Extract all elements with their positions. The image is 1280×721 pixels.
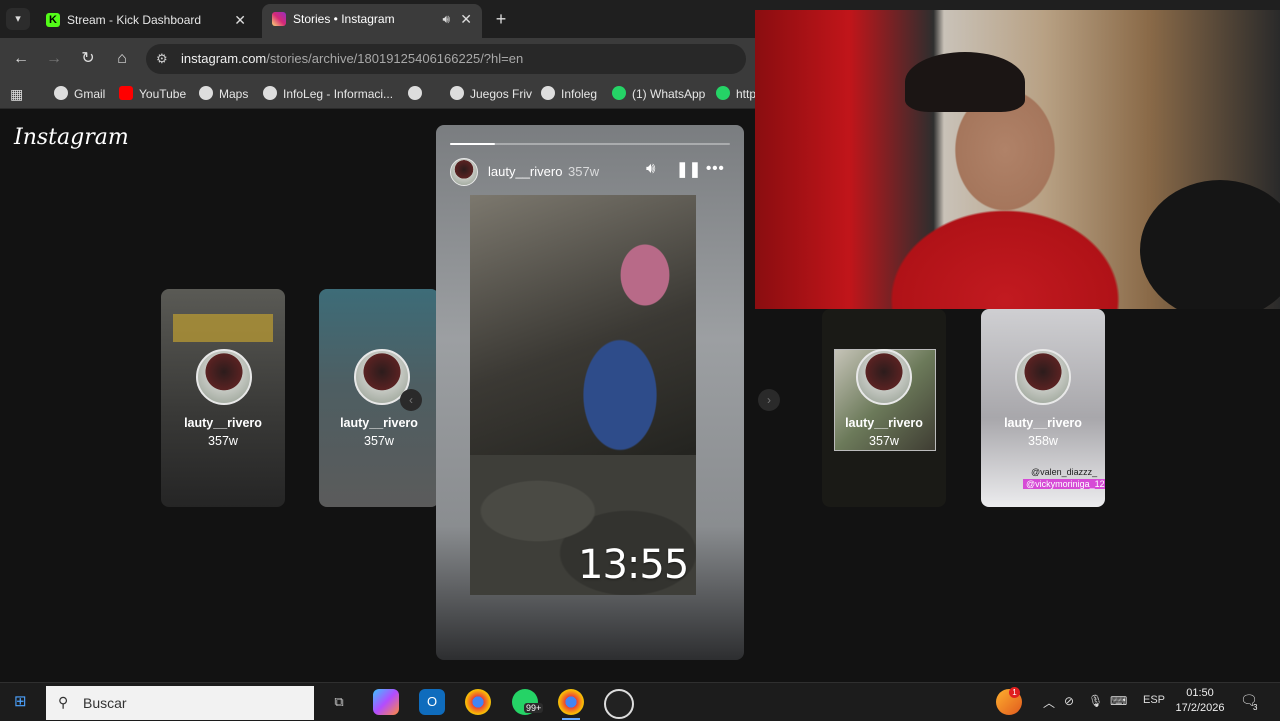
avatar xyxy=(196,349,252,405)
task-view-icon[interactable]: ⧉ xyxy=(326,689,352,715)
globe-icon xyxy=(541,86,555,100)
close-icon[interactable]: ✕ xyxy=(460,4,472,34)
card-age: 357w xyxy=(869,434,899,448)
clock-date: 17/2/2026 xyxy=(1175,702,1225,714)
card-username: lauty__rivero xyxy=(184,416,262,430)
speaker-icon[interactable]: 🔊︎ xyxy=(646,160,655,177)
tab-title: Stream - Kick Dashboard xyxy=(67,13,202,27)
keyboard-icon[interactable]: ⌨ xyxy=(1110,694,1127,708)
story-progress-bar xyxy=(450,143,730,145)
previous-story-arrow-icon[interactable]: ‹ xyxy=(400,389,422,411)
kick-icon: K xyxy=(46,13,60,27)
pause-icon[interactable]: ❚❚ xyxy=(676,160,701,178)
notification-badge: 1 xyxy=(1009,687,1020,698)
globe-icon xyxy=(199,86,213,100)
story-card-next-2[interactable]: lauty__rivero 358w @valen_diazzz_ @vicky… xyxy=(981,309,1105,507)
bookmark-infoleg[interactable]: Infoleg xyxy=(541,85,597,103)
obs-icon[interactable] xyxy=(604,689,634,719)
next-story-arrow-icon[interactable]: › xyxy=(758,389,780,411)
forward-arrow-icon[interactable]: → xyxy=(43,48,65,70)
apps-grid-icon[interactable]: ▦ xyxy=(10,86,26,102)
globe-icon xyxy=(263,86,277,100)
globe-icon xyxy=(450,86,464,100)
story-progress-fill xyxy=(450,143,495,145)
avatar[interactable] xyxy=(450,158,478,186)
webcam-overlay xyxy=(755,10,1280,309)
microphone-icon[interactable]: 🎙︎ xyxy=(1088,694,1103,708)
clock-time: 01:50 xyxy=(1186,687,1214,699)
chat-count-badge: 3 xyxy=(1253,703,1258,712)
back-arrow-icon[interactable]: ← xyxy=(10,48,32,70)
system-clock[interactable]: 01:50 17/2/2026 xyxy=(1170,686,1230,716)
bookmark-whatsapp[interactable]: (1) WhatsApp xyxy=(612,85,705,103)
bookmark-maps[interactable]: Maps xyxy=(199,85,248,103)
story-age: 357w xyxy=(568,164,600,179)
youtube-icon xyxy=(119,86,133,100)
bookmark-infoleg-informacion[interactable]: InfoLeg - Informaci... xyxy=(263,85,393,103)
reload-icon[interactable]: ↻ xyxy=(77,48,99,70)
chrome-icon[interactable] xyxy=(465,689,491,715)
bookmarks-bar: ▦ Gmail YouTube Maps InfoLeg - Informaci… xyxy=(0,80,760,109)
input-language[interactable]: ESP xyxy=(1143,694,1165,706)
bookmark-gmail[interactable]: Gmail xyxy=(54,85,105,103)
browser-toolbar: ← → ↻ ⌂ ⚙ instagram.com/stories/archive/… xyxy=(0,38,760,80)
address-bar[interactable]: ⚙ instagram.com/stories/archive/18019125… xyxy=(146,44,746,74)
card-username: lauty__rivero xyxy=(340,416,418,430)
avatar xyxy=(856,349,912,405)
story-username[interactable]: lauty__rivero xyxy=(488,164,562,179)
story-card-next-1[interactable]: lauty__rivero 357w xyxy=(822,309,946,507)
chevron-up-icon[interactable]: ︿ xyxy=(1043,694,1055,711)
tab-title: Stories • Instagram xyxy=(293,12,395,26)
card-username: lauty__rivero xyxy=(845,416,923,430)
speaker-icon[interactable]: 🔊︎ xyxy=(442,4,450,34)
bookmark-http[interactable]: http xyxy=(716,85,756,103)
globe-icon xyxy=(54,86,68,100)
home-icon[interactable]: ⌂ xyxy=(111,48,133,70)
taskbar-search[interactable]: ⚲ Buscar xyxy=(46,686,314,720)
network-off-icon[interactable]: ⊘ xyxy=(1064,694,1074,708)
globe-icon xyxy=(408,86,422,100)
new-tab-button[interactable]: + xyxy=(490,8,512,30)
second-person-figure xyxy=(1140,180,1280,309)
story-time-sticker: 13:55 xyxy=(578,542,689,588)
search-icon: ⚲ xyxy=(58,694,69,710)
mention-tag: @vickymoriniga_12 xyxy=(1023,479,1105,489)
url-text[interactable]: instagram.com/stories/archive/1801912540… xyxy=(181,51,523,66)
whatsapp-icon xyxy=(612,86,626,100)
whatsapp-icon xyxy=(716,86,730,100)
bookmark-youtube[interactable]: YouTube xyxy=(119,85,186,103)
instagram-logo[interactable]: Instagram xyxy=(14,125,129,150)
more-options-icon[interactable]: ••• xyxy=(706,160,725,177)
tab-search-dropdown[interactable]: ▾ xyxy=(6,8,30,30)
story-card-previous-2[interactable]: lauty__rivero 357w xyxy=(161,289,285,507)
story-header: lauty__rivero 357w 🔊︎ ❚❚ ••• xyxy=(450,158,730,188)
bookmark-untitled[interactable] xyxy=(408,85,428,103)
search-placeholder: Buscar xyxy=(83,695,127,711)
windows-start-icon[interactable]: ⊞ xyxy=(14,694,30,710)
chrome-active-icon[interactable] xyxy=(558,689,584,720)
card-age: 358w xyxy=(1028,434,1058,448)
whatsapp-badge: 99+ xyxy=(524,703,544,713)
story-media: 13:55 xyxy=(470,195,696,595)
tab-instagram-stories[interactable]: Stories • Instagram 🔊︎ ✕ xyxy=(262,4,482,38)
active-story[interactable]: lauty__rivero 357w 🔊︎ ❚❚ ••• 13:55 xyxy=(436,125,744,660)
copilot-icon[interactable] xyxy=(373,689,399,715)
site-info-icon[interactable]: ⚙ xyxy=(156,51,168,67)
close-icon[interactable]: ✕ xyxy=(234,6,246,34)
outlook-icon[interactable]: O xyxy=(419,689,445,715)
bookmark-juegos-friv[interactable]: Juegos Friv xyxy=(450,85,532,103)
taskbar: ⊞ ⚲ Buscar ⧉ O 99+ 1 ︿ ⊘ 🎙︎ ⌨ ESP 01:50 … xyxy=(0,682,1280,721)
card-age: 357w xyxy=(364,434,394,448)
streamer-hair xyxy=(905,52,1025,112)
tab-kick-dashboard[interactable]: K Stream - Kick Dashboard ✕ xyxy=(36,6,256,34)
story-thumbnail-banner xyxy=(173,314,273,342)
instagram-icon xyxy=(272,12,286,26)
avatar xyxy=(1015,349,1071,405)
card-age: 357w xyxy=(208,434,238,448)
card-username: lauty__rivero xyxy=(1004,416,1082,430)
mention-tag: @valen_diazzz_ xyxy=(1031,467,1098,477)
